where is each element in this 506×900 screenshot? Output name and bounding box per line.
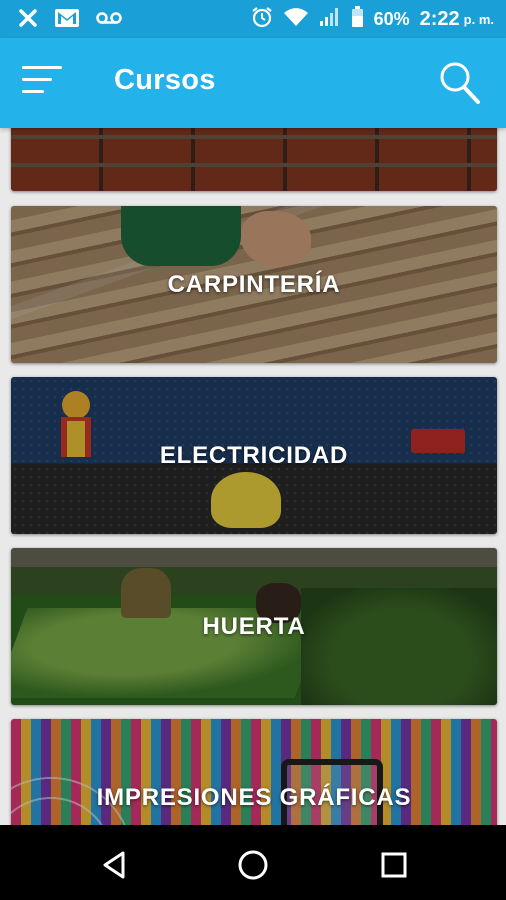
voicemail-icon: [96, 11, 122, 30]
gmail-icon: [54, 8, 80, 33]
navigation-bar: [0, 825, 506, 900]
course-label: CARPINTERÍA: [167, 270, 341, 298]
course-card-carpinteria[interactable]: CARPINTERÍA: [11, 206, 497, 363]
course-label: HUERTA: [202, 612, 306, 640]
course-label: ELECTRICIDAD: [159, 441, 349, 469]
signal-icon: [319, 7, 341, 32]
status-notifications: [18, 8, 122, 33]
app-bar: Cursos: [0, 38, 506, 128]
wifi-icon: [283, 7, 309, 32]
battery-icon: [351, 6, 364, 33]
clock-ampm: p. m.: [463, 12, 494, 27]
course-card-impresiones-graficas[interactable]: IMPRESIONES GRÁFICAS: [11, 719, 497, 825]
course-card-electricidad[interactable]: ELECTRICIDAD: [11, 377, 497, 534]
menu-icon[interactable]: [22, 66, 64, 100]
page-title: Cursos: [114, 64, 216, 96]
course-label: IMPRESIONES GRÁFICAS: [96, 783, 412, 811]
back-icon[interactable]: [95, 845, 135, 885]
battery-percent: 60%: [373, 9, 410, 29]
alarm-icon: [251, 6, 273, 33]
course-list[interactable]: CARPINTERÍA ELECTRICIDAD HUERTA IMPRESIO…: [0, 128, 506, 825]
status-bar: 60% 2:22 p. m.: [0, 0, 506, 38]
home-icon[interactable]: [233, 845, 273, 885]
recents-icon[interactable]: [374, 845, 414, 885]
clock-time: 2:22: [419, 8, 460, 30]
status-system: 60% 2:22 p. m.: [251, 6, 494, 33]
search-icon[interactable]: [438, 60, 482, 106]
course-card-huerta[interactable]: HUERTA: [11, 548, 497, 705]
course-card-construccion[interactable]: [11, 128, 497, 191]
course-label: [11, 128, 497, 191]
close-icon: [18, 8, 38, 33]
